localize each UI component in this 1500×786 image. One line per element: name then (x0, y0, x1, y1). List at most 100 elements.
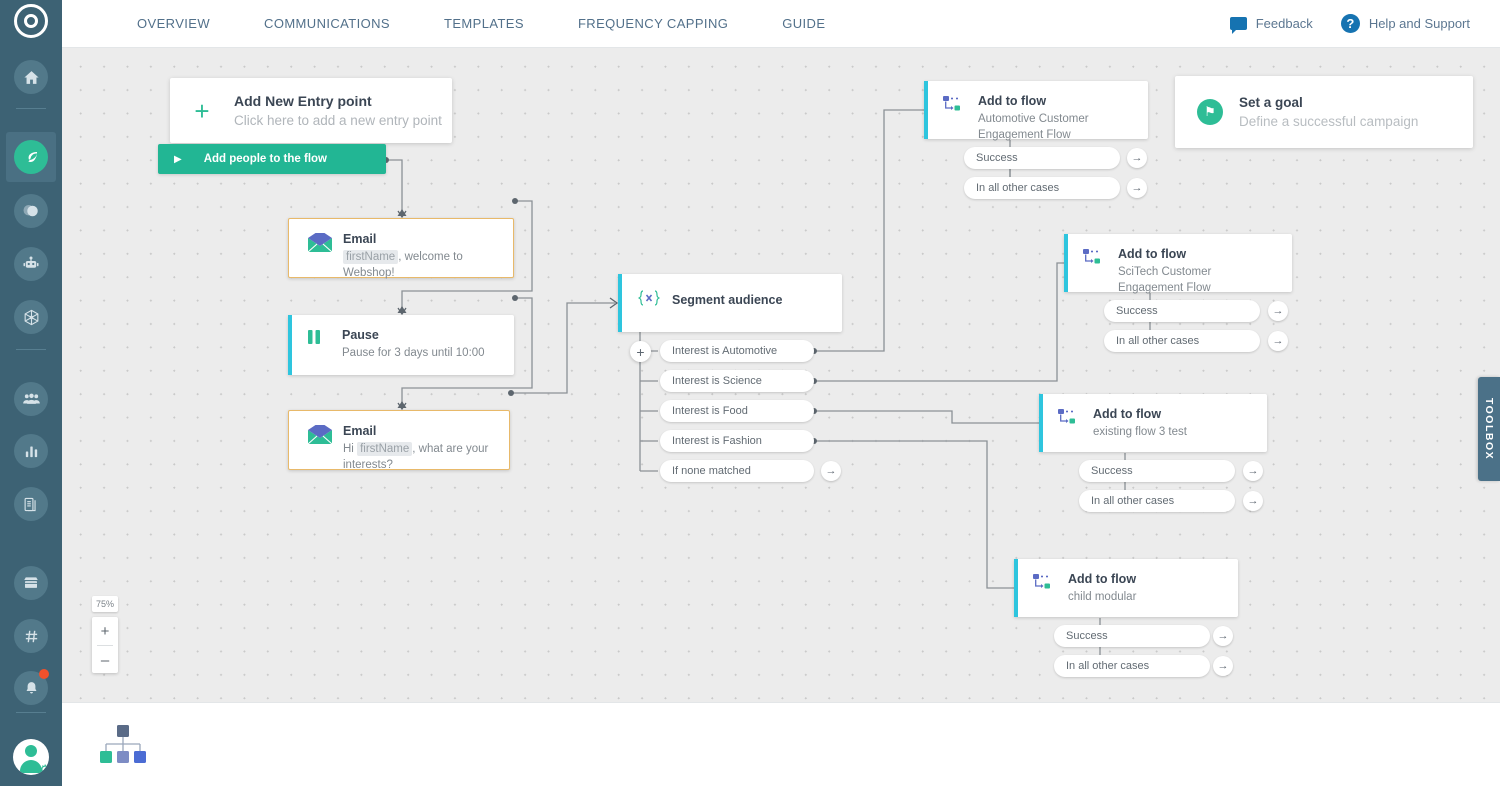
add-to-flow-icon (1032, 571, 1062, 605)
add-entry-point-card[interactable]: + Add New Entry point Click here to add … (170, 78, 452, 143)
chat-bubble-icon (14, 194, 48, 228)
node-add-to-flow-existing-3[interactable]: Add to flow existing flow 3 test (1039, 394, 1267, 452)
goal-subtitle: Define a successful campaign (1239, 114, 1418, 129)
hash-icon (14, 619, 48, 653)
rail-item-automation-bot[interactable] (10, 243, 52, 285)
node-email-interests[interactable]: Email Hi firstName, what are your intere… (288, 410, 510, 470)
node-add-to-flow-scitech[interactable]: Add to flow SciTech Customer Engagement … (1064, 234, 1292, 292)
rail-item-messaging[interactable] (10, 190, 52, 232)
set-a-goal-card[interactable]: ⚑ Set a goal Define a successful campaig… (1175, 76, 1473, 148)
main-nav: OVERVIEW COMMUNICATIONS TEMPLATES FREQUE… (110, 0, 852, 47)
output-other-cases[interactable]: In all other cases (1054, 655, 1210, 677)
node-title: Segment audience (672, 292, 782, 308)
rail-item-notifications[interactable] (10, 667, 52, 709)
output-success[interactable]: Success (1079, 460, 1235, 482)
top-bar-actions: Feedback ? Help and Support (1230, 0, 1470, 47)
nav-item-guide[interactable]: GUIDE (755, 16, 852, 31)
zoom-controls: + – (92, 617, 118, 673)
output-label: In all other cases (1091, 495, 1174, 507)
nav-item-communications[interactable]: COMMUNICATIONS (237, 16, 417, 31)
output-other-cases-connect-button[interactable]: → (1127, 178, 1147, 198)
output-label: In all other cases (976, 182, 1059, 194)
target-logo-icon (14, 4, 48, 38)
people-icon (14, 382, 48, 416)
nav-item-overview[interactable]: OVERVIEW (110, 16, 237, 31)
branch-label: Interest is Fashion (672, 435, 762, 447)
token-chip: firstName (357, 442, 412, 456)
rail-item-connections[interactable] (10, 296, 52, 338)
output-success-connect-button[interactable]: → (1268, 301, 1288, 321)
output-success-connect-button[interactable]: → (1243, 461, 1263, 481)
home-icon (14, 60, 48, 94)
zoom-level-label: 75% (92, 596, 118, 612)
add-branch-button[interactable]: + (630, 341, 651, 362)
output-other-cases-connect-button[interactable]: → (1243, 491, 1263, 511)
node-email-welcome[interactable]: Email firstName, welcome to Webshop! (288, 218, 514, 278)
bottom-action-bar: DRAFT Last saved now FLOW SETTINGS VALID… (62, 702, 1500, 786)
notification-badge (39, 669, 49, 679)
feedback-button[interactable]: Feedback (1230, 16, 1313, 31)
output-label: Success (1091, 465, 1133, 477)
shop-icon (14, 566, 48, 600)
branch-automotive[interactable]: Interest is Automotive (660, 340, 814, 362)
left-rail: ⚙ (0, 0, 62, 786)
node-subtitle-prefix: Hi (343, 443, 357, 455)
branch-none-matched[interactable]: If none matched (660, 460, 814, 482)
branch-food[interactable]: Interest is Food (660, 400, 814, 422)
node-title: Email (343, 423, 495, 439)
rail-item-analytics[interactable] (10, 430, 52, 472)
rail-item-home[interactable] (10, 56, 52, 98)
output-success[interactable]: Success (964, 147, 1120, 169)
output-success-connect-button[interactable]: → (1213, 626, 1233, 646)
rail-item-logo[interactable] (10, 0, 52, 42)
node-title: Pause (342, 327, 485, 343)
output-other-cases[interactable]: In all other cases (1079, 490, 1235, 512)
output-label: Success (1116, 305, 1158, 317)
flow-canvas[interactable]: + Add New Entry point Click here to add … (62, 48, 1500, 702)
rail-item-store[interactable] (10, 562, 52, 604)
node-pause[interactable]: Pause Pause for 3 days until 10:00 (288, 315, 514, 375)
rail-item-account[interactable]: ⚙ (10, 736, 52, 778)
rail-item-campaigns[interactable] (10, 136, 52, 178)
rail-divider-1 (16, 108, 46, 109)
branch-science[interactable]: Interest is Science (660, 370, 814, 392)
nav-item-templates[interactable]: TEMPLATES (417, 16, 551, 31)
node-add-to-flow-child-modular[interactable]: Add to flow child modular (1014, 559, 1238, 617)
play-icon: ▶ (174, 154, 182, 165)
output-other-cases-connect-button[interactable]: → (1268, 331, 1288, 351)
zoom-out-button[interactable]: – (92, 646, 118, 674)
node-segment-audience[interactable]: Segment audience (618, 274, 842, 332)
output-success[interactable]: Success (1104, 300, 1260, 322)
speech-bubble-icon (1230, 17, 1247, 30)
trigger-add-people-bar[interactable]: ▶ Add people to the flow (158, 144, 386, 174)
nav-item-frequency-capping[interactable]: FREQUENCY CAPPING (551, 16, 755, 31)
network-graph-icon (14, 300, 48, 334)
bell-icon (14, 671, 48, 705)
question-mark-circle-icon: ? (1341, 14, 1360, 33)
rail-item-audience[interactable] (10, 378, 52, 420)
branch-none-matched-connect-button[interactable]: → (821, 461, 841, 481)
output-success-connect-button[interactable]: → (1127, 148, 1147, 168)
node-add-to-flow-automotive[interactable]: Add to flow Automotive Customer Engageme… (924, 81, 1148, 139)
output-other-cases[interactable]: In all other cases (1104, 330, 1260, 352)
top-navigation-bar: OVERVIEW COMMUNICATIONS TEMPLATES FREQUE… (62, 0, 1500, 48)
flow-tree-icon (100, 725, 146, 767)
toolbox-tab[interactable]: TOOLBOX (1478, 377, 1500, 481)
node-title: Add to flow (1093, 406, 1187, 422)
branch-label: Interest is Automotive (672, 345, 777, 357)
rail-divider-3 (16, 712, 46, 713)
robot-icon (14, 247, 48, 281)
rail-item-content[interactable] (10, 483, 52, 525)
branch-label: Interest is Science (672, 375, 762, 387)
help-and-support-button[interactable]: ? Help and Support (1341, 14, 1470, 33)
branch-label: If none matched (672, 465, 751, 477)
output-other-cases[interactable]: In all other cases (964, 177, 1120, 199)
plus-icon: + (170, 98, 234, 124)
node-subtitle: firstName, welcome to Webshop! (343, 249, 499, 281)
node-title: Add to flow (1118, 246, 1278, 262)
zoom-in-button[interactable]: + (92, 617, 118, 645)
rail-item-channels[interactable] (10, 615, 52, 657)
branch-fashion[interactable]: Interest is Fashion (660, 430, 814, 452)
output-success[interactable]: Success (1054, 625, 1210, 647)
output-other-cases-connect-button[interactable]: → (1213, 656, 1233, 676)
